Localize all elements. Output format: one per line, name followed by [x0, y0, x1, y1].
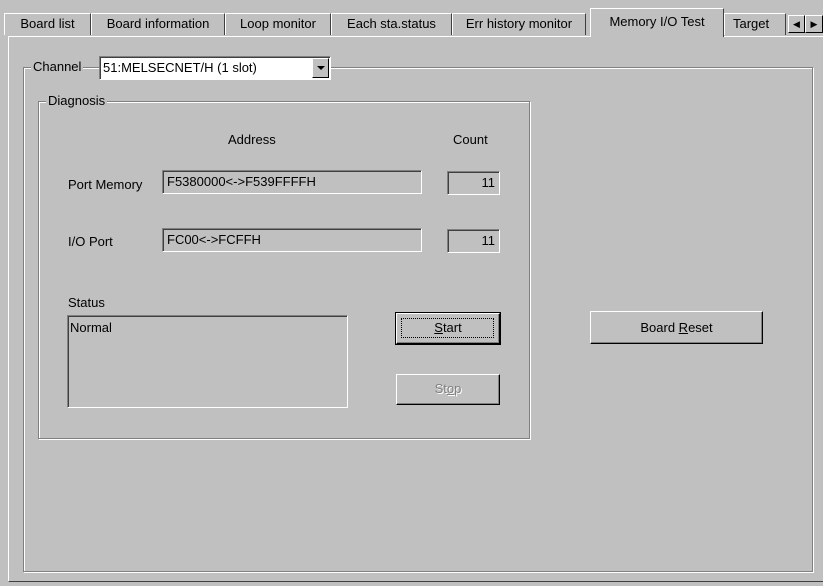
board-reset-button[interactable]: Board Reset	[590, 311, 763, 344]
count-header: Count	[453, 132, 488, 147]
start-button[interactable]: Start	[395, 312, 501, 345]
channel-selected-value: 51:MELSECNET/H (1 slot)	[103, 60, 257, 75]
port-memory-address-field: F5380000<->F539FFFFH	[162, 170, 422, 194]
tab-strip: Board list Board information Loop monito…	[0, 0, 823, 37]
channel-label: Channel	[31, 59, 84, 75]
io-port-label: I/O Port	[68, 234, 113, 249]
status-field: Normal	[67, 315, 348, 408]
tab-err-history-monitor[interactable]: Err history monitor	[452, 13, 586, 35]
port-memory-count-field: 11	[447, 171, 500, 195]
io-port-address-field: FC00<->FCFFH	[162, 228, 422, 252]
tab-memory-io-test[interactable]: Memory I/O Test	[590, 8, 724, 37]
start-label-rest: tart	[442, 320, 462, 335]
address-header: Address	[228, 132, 276, 147]
board-reset-label-pre: Board	[640, 320, 679, 335]
chevron-down-icon	[317, 66, 325, 70]
arrow-right-icon: ▶	[810, 19, 818, 29]
start-mnemonic: S	[434, 320, 443, 335]
tab-board-list[interactable]: Board list	[4, 13, 91, 35]
tab-scroll-right-button[interactable]: ▶	[805, 15, 823, 33]
diagnosis-title: Diagnosis	[46, 93, 108, 109]
stop-button[interactable]: Stop	[396, 374, 500, 405]
arrow-left-icon: ◀	[793, 19, 800, 29]
tab-each-sta-status[interactable]: Each sta.status	[331, 13, 452, 35]
status-label: Status	[68, 295, 105, 310]
port-memory-label: Port Memory	[68, 177, 143, 192]
tab-loop-monitor[interactable]: Loop monitor	[225, 13, 331, 35]
board-reset-mnemonic: R	[678, 320, 689, 335]
channel-select[interactable]: 51:MELSECNET/H (1 slot)	[99, 56, 331, 80]
stop-label-pre: St	[434, 381, 447, 396]
io-port-count-field: 11	[447, 229, 500, 253]
stop-label-rest: p	[454, 381, 462, 396]
tab-board-information[interactable]: Board information	[91, 13, 225, 35]
tab-target[interactable]: Target	[724, 13, 786, 35]
channel-dropdown-button[interactable]	[312, 58, 329, 78]
board-reset-label-rest: eset	[688, 320, 713, 335]
tab-scroll-left-button[interactable]: ◀	[788, 15, 805, 33]
